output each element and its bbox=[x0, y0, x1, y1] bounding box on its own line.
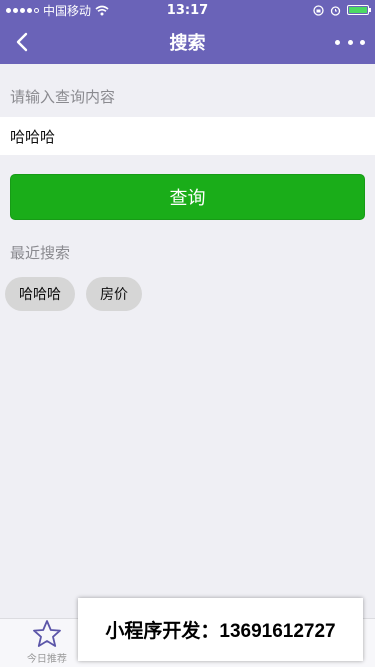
page-title: 搜索 bbox=[169, 33, 206, 54]
battery-icon bbox=[347, 5, 371, 15]
tab-label: 今日推荐 bbox=[26, 654, 67, 665]
star-icon bbox=[32, 620, 61, 647]
carrier-name: 中国移动 bbox=[43, 3, 92, 18]
search-input[interactable] bbox=[0, 117, 375, 155]
search-label: 请输入查询内容 bbox=[10, 88, 116, 106]
status-time: 13:17 bbox=[166, 2, 209, 18]
recent-tag[interactable]: 房价 bbox=[86, 277, 142, 311]
nav-bar: 搜索 bbox=[0, 20, 375, 64]
more-dots-icon bbox=[335, 39, 340, 45]
more-button[interactable] bbox=[335, 32, 365, 52]
status-bar: 中国移动 13:17 bbox=[0, 0, 375, 20]
status-left: 中国移动 bbox=[6, 2, 146, 19]
battery-fill bbox=[349, 7, 367, 13]
status-right bbox=[229, 4, 371, 16]
chevron-left-icon bbox=[16, 32, 28, 52]
alarm-icon bbox=[330, 5, 341, 16]
rotation-lock-icon bbox=[313, 4, 324, 16]
recent-tags: 哈哈哈 房价 bbox=[5, 277, 142, 311]
promo-overlay: 小程序开发：13691612727 bbox=[78, 598, 363, 661]
signal-strength-icon bbox=[6, 7, 39, 13]
recent-tag[interactable]: 哈哈哈 bbox=[5, 277, 75, 311]
query-button[interactable]: 查询 bbox=[10, 174, 365, 220]
back-button[interactable] bbox=[6, 26, 38, 58]
recent-searches-title: 最近搜索 bbox=[10, 244, 71, 262]
wifi-icon bbox=[95, 5, 109, 15]
